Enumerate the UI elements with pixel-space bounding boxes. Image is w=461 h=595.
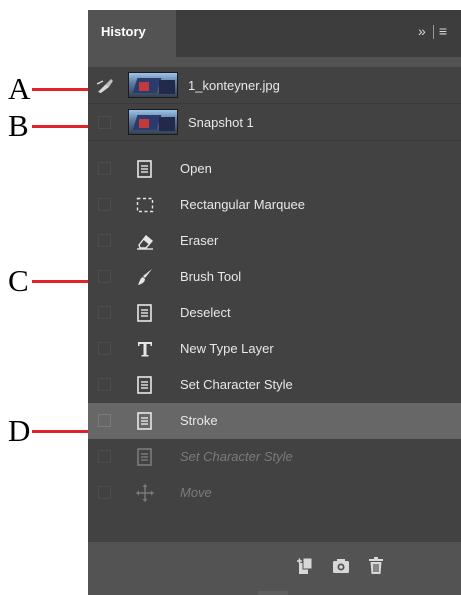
step-label: Set Character Style: [180, 377, 293, 392]
history-step[interactable]: New Type Layer: [88, 331, 461, 367]
step-label: New Type Layer: [180, 341, 274, 356]
history-step-undone[interactable]: Move: [88, 475, 461, 511]
callout-letter: C: [8, 263, 29, 298]
callout-line: [32, 88, 88, 91]
callout-letter: D: [8, 413, 31, 448]
snapshot-row[interactable]: Snapshot 1: [88, 104, 461, 141]
document-icon: [136, 447, 154, 467]
snapshot-thumbnail: [128, 109, 178, 135]
callout-letter: A: [8, 71, 31, 106]
history-source-checkbox[interactable]: [98, 116, 111, 129]
history-step[interactable]: Eraser: [88, 223, 461, 259]
callout-b: B: [0, 108, 90, 143]
panel-controls: » ≡: [418, 23, 449, 40]
history-source-checkbox[interactable]: [98, 342, 111, 355]
type-icon: [136, 339, 154, 359]
panel-footer: [88, 545, 461, 595]
document-icon: [136, 411, 154, 431]
callout-line: [32, 280, 88, 283]
document-icon: [136, 159, 154, 179]
panel-tab-bar: History » ≡: [88, 10, 461, 57]
trash-icon[interactable]: [366, 556, 386, 576]
history-panel: History » ≡ 1_konteyner.jpg Snapshot 1 O…: [88, 10, 461, 595]
divider: [432, 25, 434, 40]
history-source-checkbox[interactable]: [98, 270, 111, 283]
callout-c: C: [0, 263, 90, 298]
brush-icon: [136, 267, 154, 287]
snapshot-label: Snapshot 1: [188, 115, 254, 130]
document-icon: [136, 375, 154, 395]
history-list: 1_konteyner.jpg Snapshot 1 Open Rectangu…: [88, 67, 461, 542]
callout-d: D: [0, 413, 90, 448]
history-source-checkbox[interactable]: [98, 450, 111, 463]
step-label: Open: [180, 161, 212, 176]
history-source-checkbox[interactable]: [98, 234, 111, 247]
tab-history[interactable]: History: [88, 10, 176, 57]
new-document-from-state-icon[interactable]: [295, 556, 315, 576]
history-source-checkbox[interactable]: [98, 378, 111, 391]
history-source-checkbox[interactable]: [98, 162, 111, 175]
history-source-checkbox[interactable]: [98, 414, 111, 427]
callout-line: [32, 125, 88, 128]
snapshot-row[interactable]: 1_konteyner.jpg: [88, 67, 461, 104]
step-label: Move: [180, 485, 212, 500]
callout-a: A: [0, 71, 90, 106]
history-step[interactable]: Rectangular Marquee: [88, 187, 461, 223]
marquee-icon: [136, 195, 154, 215]
snapshot-thumbnail: [128, 72, 178, 98]
snapshot-label: 1_konteyner.jpg: [188, 78, 280, 93]
step-label: Stroke: [180, 413, 218, 428]
step-label: Eraser: [180, 233, 219, 248]
history-step-selected[interactable]: Stroke: [88, 403, 461, 439]
document-icon: [136, 303, 154, 323]
camera-icon[interactable]: [331, 556, 351, 576]
move-icon: [136, 483, 154, 503]
step-label: Set Character Style: [180, 449, 293, 464]
step-label: Deselect: [180, 305, 231, 320]
resize-grip[interactable]: [258, 591, 288, 595]
eraser-icon: [136, 231, 154, 251]
collapse-panel-icon[interactable]: »: [418, 23, 428, 39]
history-source-checkbox[interactable]: [98, 306, 111, 319]
history-source-checkbox[interactable]: [98, 486, 111, 499]
callout-letter: B: [8, 108, 29, 143]
history-step[interactable]: Set Character Style: [88, 367, 461, 403]
history-source-checkbox[interactable]: [98, 198, 111, 211]
history-step-undone[interactable]: Set Character Style: [88, 439, 461, 475]
step-label: Rectangular Marquee: [180, 197, 306, 212]
step-label: Brush Tool: [180, 269, 242, 284]
history-brush-source-icon[interactable]: [96, 78, 114, 94]
panel-menu-icon[interactable]: ≡: [439, 23, 449, 39]
history-step[interactable]: Deselect: [88, 295, 461, 331]
callout-line: [32, 430, 88, 433]
history-step[interactable]: Brush Tool: [88, 259, 461, 295]
history-step[interactable]: Open: [88, 151, 461, 187]
